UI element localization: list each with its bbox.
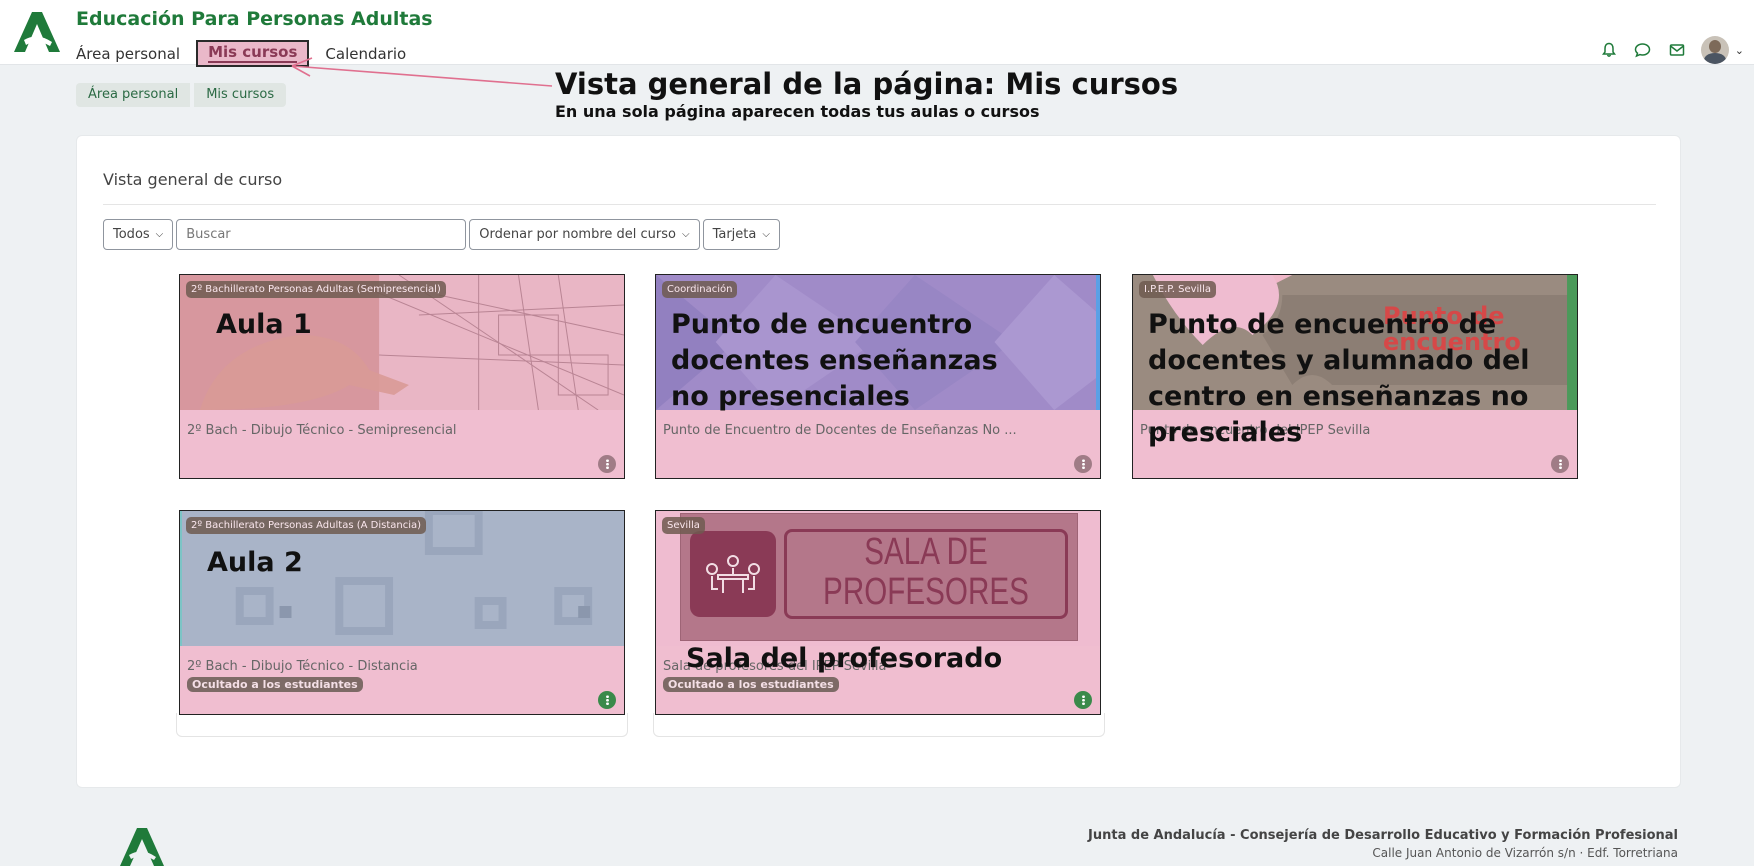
chevron-down-icon: ⌵ xyxy=(762,229,770,240)
sala-text-1: SALA DE xyxy=(864,531,988,573)
sort-dropdown[interactable]: Ordenar por nombre del curso ⌵ xyxy=(469,219,700,250)
annotation-title: Vista general de la página: Mis cursos xyxy=(555,67,1179,101)
course-filters: Todos ⌵ Buscar Ordenar por nombre del cur… xyxy=(103,219,783,250)
mail-icon[interactable] xyxy=(1667,40,1687,60)
chat-icon[interactable] xyxy=(1633,40,1653,60)
kebab-menu-icon[interactable] xyxy=(1551,455,1569,473)
course-category: 2º Bachillerato Personas Adultas (A Dist… xyxy=(186,517,427,534)
breadcrumb-area-personal[interactable]: Área personal xyxy=(76,83,191,107)
course-category: 2º Bachillerato Personas Adultas (Semipr… xyxy=(186,281,446,298)
sala-text-2: PROFESORES xyxy=(823,571,1029,613)
meeting-icon xyxy=(706,555,760,593)
annotation-label: Punto de encuentro de docentes y alumnad… xyxy=(1148,309,1530,448)
course-card[interactable]: SALA DE PROFESORES Sevilla Sala de profe… xyxy=(655,510,1101,715)
kebab-menu-icon[interactable] xyxy=(1074,455,1092,473)
chevron-down-icon: ⌵ xyxy=(155,229,164,240)
chevron-down-icon[interactable]: ⌄ xyxy=(1735,44,1744,57)
card-shadow xyxy=(176,713,628,737)
hidden-badge: Ocultado a los estudiantes xyxy=(663,677,839,692)
course-card[interactable]: 2º Bachillerato Personas Adultas (A Dist… xyxy=(179,510,625,715)
kebab-menu-icon[interactable] xyxy=(598,455,616,473)
header-actions: ⌄ xyxy=(1585,36,1744,64)
course-category: Coordinación xyxy=(662,281,738,298)
view-label: Tarjeta xyxy=(712,227,757,242)
course-image-sala: SALA DE PROFESORES xyxy=(656,511,1100,646)
annotation-label: Sala del profesorado xyxy=(686,643,1003,674)
breadcrumb: Área personal Mis cursos xyxy=(76,83,290,107)
card-shadow xyxy=(653,713,1105,737)
course-category: I.P.E.P. Sevilla xyxy=(1139,281,1216,298)
bell-icon[interactable] xyxy=(1599,40,1619,60)
grouping-dropdown[interactable]: Todos ⌵ xyxy=(103,219,174,250)
site-title[interactable]: Educación Para Personas Adultas xyxy=(76,8,433,30)
nav-area-personal[interactable]: Área personal xyxy=(76,45,180,63)
course-category: Sevilla xyxy=(662,517,705,534)
course-card[interactable]: 2º Bachillerato Personas Adultas (Semipr… xyxy=(179,274,625,479)
sort-label: Ordenar por nombre del curso xyxy=(479,227,676,242)
grouping-label: Todos xyxy=(113,227,150,242)
footer-logo xyxy=(120,828,164,866)
chevron-down-icon: ⌵ xyxy=(681,229,690,240)
view-dropdown[interactable]: Tarjeta ⌵ xyxy=(702,219,780,250)
divider xyxy=(103,204,1656,205)
hidden-badge: Ocultado a los estudiantes xyxy=(187,677,363,692)
course-name[interactable]: 2º Bach - Dibujo Técnico - Semipresencia… xyxy=(187,423,457,438)
andalucia-logo[interactable] xyxy=(14,10,60,52)
nav-mis-cursos[interactable]: Mis cursos xyxy=(196,40,310,67)
kebab-menu-icon[interactable] xyxy=(598,691,616,709)
annotation-label: Aula 1 xyxy=(216,309,312,340)
annotation-label: Aula 2 xyxy=(207,547,303,578)
annotation-subtitle: En una sola página aparecen todas tus au… xyxy=(555,102,1040,121)
footer-organization: Junta de Andalucía - Consejería de Desar… xyxy=(1088,828,1678,843)
course-card[interactable]: Coordinación Punto de encuentro docentes… xyxy=(655,274,1101,479)
footer-address: Calle Juan Antonio de Vizarrón s/n · Edf… xyxy=(1372,846,1678,860)
course-name[interactable]: Punto de Encuentro de Docentes de Enseña… xyxy=(663,423,1017,438)
search-input[interactable]: Buscar xyxy=(176,219,467,250)
course-card[interactable]: Punto de encuentro I.P.E.P. Sevilla Punt… xyxy=(1132,274,1578,479)
annotation-label: Punto de encuentro docentes enseñanzas n… xyxy=(671,309,998,412)
breadcrumb-mis-cursos[interactable]: Mis cursos xyxy=(194,83,287,107)
course-name[interactable]: 2º Bach - Dibujo Técnico - Distancia xyxy=(187,659,418,674)
primary-nav: Área personal Mis cursos Calendario xyxy=(76,40,422,67)
kebab-menu-icon[interactable] xyxy=(1074,691,1092,709)
site-header: Educación Para Personas Adultas Área per… xyxy=(0,0,1754,67)
user-avatar[interactable] xyxy=(1700,36,1729,64)
panel-title: Vista general de curso xyxy=(103,170,283,189)
nav-calendario[interactable]: Calendario xyxy=(325,45,406,63)
